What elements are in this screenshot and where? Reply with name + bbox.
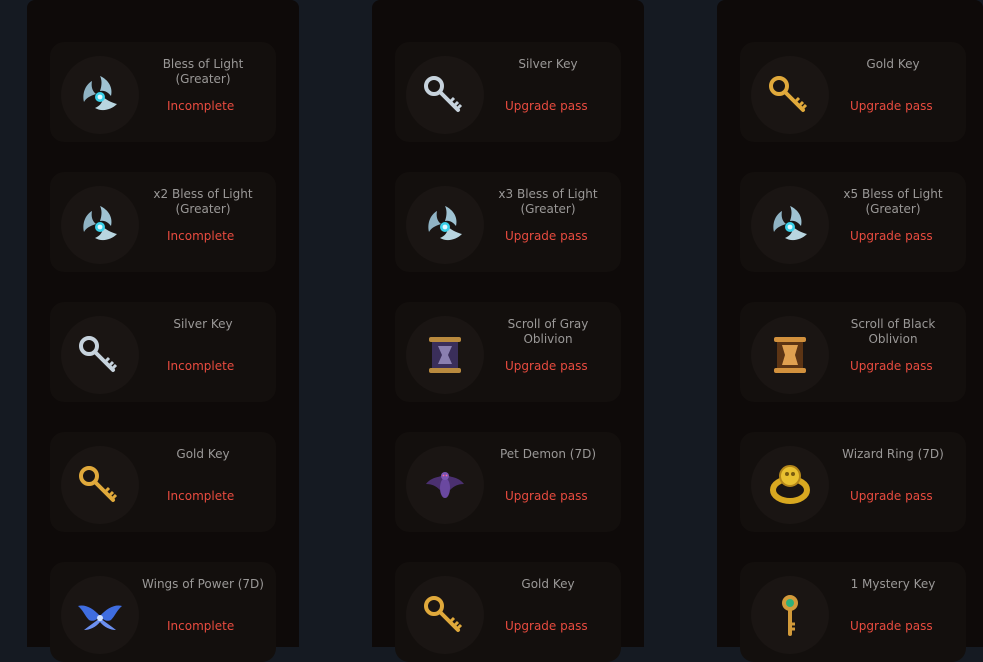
silver-key-icon — [79, 336, 118, 372]
gold-key-icon — [424, 596, 463, 632]
reward-card[interactable]: Wings of Power (7D) Incomplete — [50, 562, 276, 662]
item-name: Wizard Ring (7D) — [842, 447, 944, 461]
item-icon-frame — [406, 56, 484, 134]
reward-card[interactable]: Wizard Ring (7D) Upgrade pass — [740, 432, 966, 532]
gold-key-icon — [769, 76, 808, 112]
item-name: x3 Bless of Light (Greater) — [498, 187, 598, 216]
item-status: Incomplete — [167, 619, 235, 633]
item-icon-frame — [751, 446, 829, 524]
item-status: Upgrade pass — [850, 489, 933, 503]
gold-key-icon — [79, 466, 118, 502]
item-name: Gold Key — [176, 447, 230, 461]
item-icon-frame — [751, 186, 829, 264]
reward-card[interactable]: Gold Key Upgrade pass — [740, 42, 966, 142]
reward-card[interactable]: Gold Key Upgrade pass — [395, 562, 621, 662]
item-name: Silver Key — [518, 57, 578, 71]
reward-column-2: Silver Key Upgrade pass x3 Bless of Ligh… — [372, 0, 644, 662]
item-icon-frame — [61, 186, 139, 264]
reward-card[interactable]: Gold Key Incomplete — [50, 432, 276, 532]
item-icon-frame — [61, 446, 139, 524]
silver-key-icon — [424, 76, 463, 112]
item-status: Upgrade pass — [505, 489, 588, 503]
item-status: Upgrade pass — [505, 619, 588, 633]
item-name: Wings of Power (7D) — [142, 577, 264, 591]
reward-card[interactable]: x5 Bless of Light (Greater) Upgrade pass — [740, 172, 966, 272]
item-name: x2 Bless of Light (Greater) — [153, 187, 253, 216]
wings-icon — [78, 605, 122, 630]
reward-column-3: Gold Key Upgrade pass x5 Bless of Light … — [717, 0, 983, 662]
reward-card[interactable]: Silver Key Incomplete — [50, 302, 276, 402]
scroll-gray-icon — [429, 337, 461, 373]
item-name: Gold Key — [866, 57, 920, 71]
wizard-ring-icon — [765, 460, 815, 510]
item-status: Upgrade pass — [505, 359, 588, 373]
mystery-key-icon — [780, 593, 800, 636]
item-name: Bless of Light (Greater) — [162, 57, 244, 86]
bless-of-light-icon — [83, 206, 117, 241]
bless-of-light-icon — [428, 206, 462, 241]
scroll-black-icon — [774, 337, 806, 373]
reward-card[interactable]: Scroll of Gray Oblivion Upgrade pass — [395, 302, 621, 402]
item-status: Upgrade pass — [505, 99, 588, 113]
item-name: Silver Key — [173, 317, 233, 331]
pet-demon-icon — [426, 472, 464, 498]
item-status: Incomplete — [167, 489, 235, 503]
item-name: 1 Mystery Key — [850, 577, 936, 591]
bless-of-light-icon — [83, 76, 117, 111]
item-icon-frame — [751, 576, 829, 654]
item-status: Upgrade pass — [850, 229, 933, 243]
reward-card[interactable]: Silver Key Upgrade pass — [395, 42, 621, 142]
item-name: x5 Bless of Light (Greater) — [843, 187, 943, 216]
reward-column-1: Bless of Light (Greater) Incomplete x2 B… — [27, 0, 299, 662]
item-icon-frame — [406, 446, 484, 524]
item-status: Upgrade pass — [505, 229, 588, 243]
reward-card[interactable]: x2 Bless of Light (Greater) Incomplete — [50, 172, 276, 272]
item-name: Scroll of Black Oblivion — [850, 317, 936, 346]
item-icon-frame — [751, 316, 829, 394]
item-icon-frame — [61, 316, 139, 394]
item-status: Incomplete — [167, 359, 235, 373]
item-status: Upgrade pass — [850, 619, 933, 633]
item-name: Scroll of Gray Oblivion — [507, 317, 589, 346]
item-status: Incomplete — [167, 229, 235, 243]
reward-card[interactable]: x3 Bless of Light (Greater) Upgrade pass — [395, 172, 621, 272]
reward-card[interactable]: 1 Mystery Key Upgrade pass — [740, 562, 966, 662]
item-icon-frame — [406, 186, 484, 264]
item-name: Gold Key — [521, 577, 575, 591]
reward-card[interactable]: Pet Demon (7D) Upgrade pass — [395, 432, 621, 532]
item-icon-frame — [61, 56, 139, 134]
bless-of-light-icon — [773, 206, 807, 241]
item-status: Upgrade pass — [850, 99, 933, 113]
item-status: Incomplete — [167, 99, 235, 113]
item-name: Pet Demon (7D) — [499, 447, 597, 461]
item-icon-frame — [751, 56, 829, 134]
item-icon-frame — [61, 576, 139, 654]
item-status: Upgrade pass — [850, 359, 933, 373]
reward-card[interactable]: Scroll of Black Oblivion Upgrade pass — [740, 302, 966, 402]
item-icon-frame — [406, 316, 484, 394]
reward-card[interactable]: Bless of Light (Greater) Incomplete — [50, 42, 276, 142]
item-icon-frame — [406, 576, 484, 654]
